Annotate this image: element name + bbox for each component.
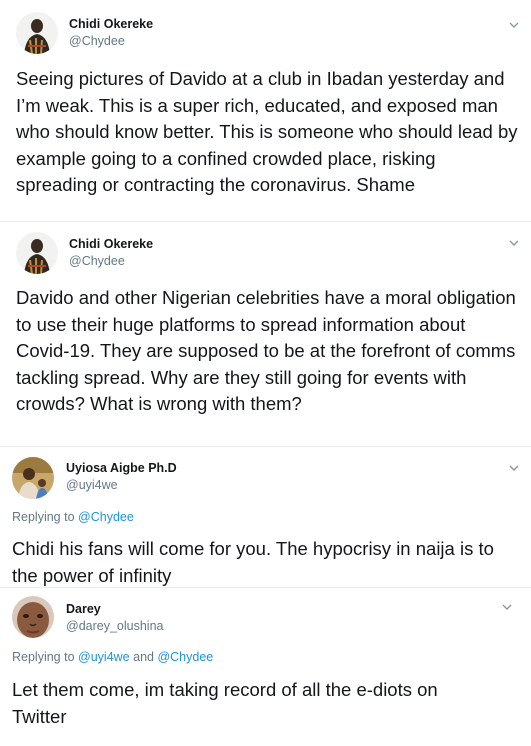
tweet-author-name[interactable]: Darey [66, 602, 101, 616]
replying-to: Replying to @uyi4we and @Chydee [12, 650, 213, 664]
tweet-text: Chidi his fans will come for you. The hy… [12, 538, 494, 586]
tweet-1[interactable]: Chidi Okereke @Chydee Seeing pictures of… [0, 0, 531, 221]
tweet-3[interactable]: Uyiosa Aigbe Ph.D @uyi4we Replying to @C… [0, 447, 531, 587]
avatar-chidi[interactable] [16, 12, 58, 54]
avatar-darey[interactable] [12, 596, 54, 638]
mention-link[interactable]: @Chydee [78, 510, 134, 524]
avatar-chidi[interactable] [16, 232, 58, 274]
chevron-down-icon[interactable] [507, 236, 521, 250]
replying-to: Replying to @Chydee [12, 510, 134, 524]
chevron-down-icon[interactable] [507, 461, 521, 475]
tweet-text: Let them come, im taking record of all t… [12, 679, 438, 727]
tweet-author-handle[interactable]: @uyi4we [66, 478, 118, 492]
tweet-author-name[interactable]: Chidi Okereke [69, 17, 153, 31]
replying-to-label: Replying to [12, 650, 75, 664]
tweet-author-handle[interactable]: @Chydee [69, 34, 125, 48]
chevron-down-icon[interactable] [507, 18, 521, 32]
avatar-uyiosa[interactable] [12, 457, 54, 499]
tweet-text: Seeing pictures of Davido at a club in I… [16, 68, 518, 195]
replying-to-label: Replying to [12, 510, 75, 524]
replying-to-and: and [133, 650, 154, 664]
tweet-author-name[interactable]: Chidi Okereke [69, 237, 153, 251]
mention-link[interactable]: @Chydee [157, 650, 213, 664]
tweet-4[interactable]: Darey @darey_olushina Replying to @uyi4w… [0, 588, 531, 746]
tweet-author-handle[interactable]: @darey_olushina [66, 619, 163, 633]
mention-link[interactable]: @uyi4we [78, 650, 130, 664]
tweet-author-handle[interactable]: @Chydee [69, 254, 125, 268]
tweet-2[interactable]: Chidi Okereke @Chydee Davido and other N… [0, 222, 531, 446]
tweet-text: Davido and other Nigerian celebrities ha… [16, 287, 516, 414]
chevron-down-icon[interactable] [500, 600, 514, 614]
tweet-author-name[interactable]: Uyiosa Aigbe Ph.D [66, 461, 177, 475]
